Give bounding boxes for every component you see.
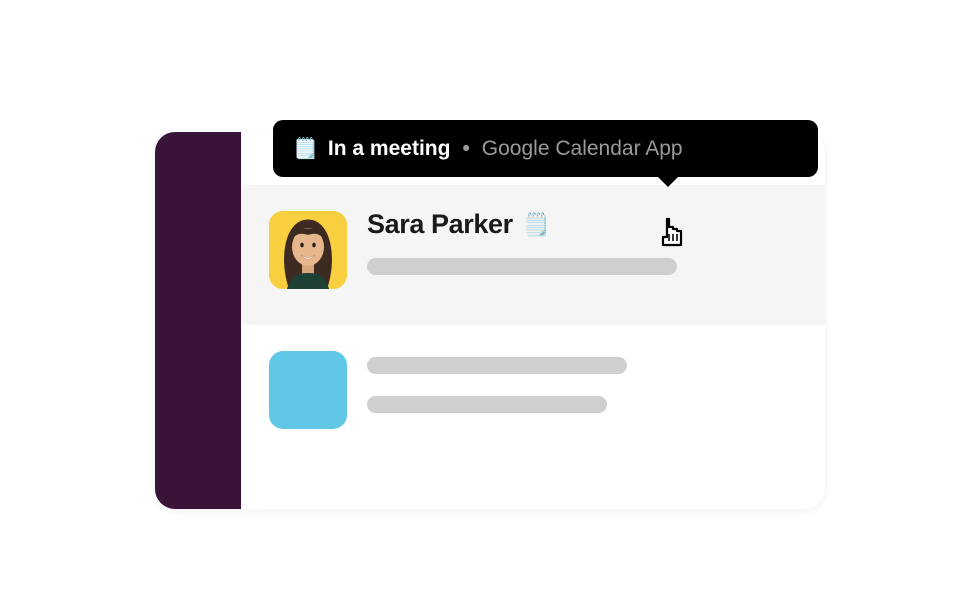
message-row[interactable]: Sara Parker 🗒️ — [241, 185, 825, 325]
text-placeholder — [367, 258, 677, 275]
status-emoji-icon[interactable]: 🗒️ — [523, 214, 550, 236]
status-tooltip: 🗒️ In a meeting • Google Calendar App — [273, 120, 818, 177]
sender-line: Sara Parker 🗒️ — [367, 209, 797, 240]
message-list: Sara Parker 🗒️ — [241, 132, 825, 509]
tooltip-status-text: In a meeting — [328, 137, 451, 161]
text-placeholder — [367, 396, 607, 413]
message-row[interactable] — [241, 325, 825, 463]
text-placeholder — [367, 357, 627, 374]
sender-name[interactable]: Sara Parker — [367, 209, 513, 240]
avatar[interactable] — [269, 211, 347, 289]
tooltip-source-text: Google Calendar App — [482, 137, 683, 161]
tooltip-arrow — [657, 176, 679, 187]
message-content — [367, 349, 797, 435]
message-content: Sara Parker 🗒️ — [367, 209, 797, 297]
tooltip-separator: • — [462, 137, 469, 161]
calendar-emoji-icon: 🗒️ — [293, 136, 318, 161]
avatar-placeholder[interactable] — [269, 351, 347, 429]
app-window: Sara Parker 🗒️ — [155, 132, 825, 509]
avatar-image — [269, 211, 347, 289]
sidebar — [155, 132, 241, 509]
